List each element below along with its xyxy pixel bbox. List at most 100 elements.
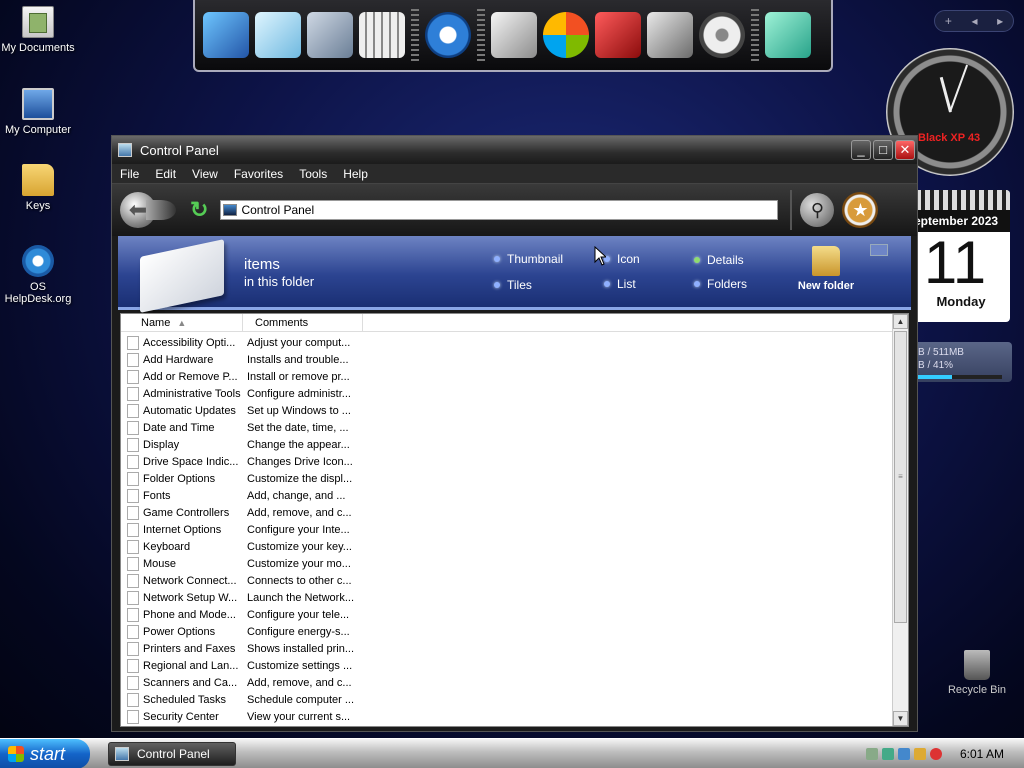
banner-toggle-icon[interactable] [870,244,888,256]
search-icon[interactable]: ⚲ [800,193,835,227]
tray-clock[interactable]: 6:01 AM [960,747,1004,761]
vertical-scrollbar[interactable]: ▲ ≡ ▼ [892,314,908,726]
column-header-name[interactable]: Name ▲ [121,314,243,331]
desktop-icon-my-computer[interactable]: My Computer [0,88,78,136]
favorites-star-icon[interactable]: ★ [842,192,879,228]
list-item[interactable]: Display Change the appear... [121,436,881,453]
item-comment: Adjust your comput... [247,336,351,349]
item-comment: Configure energy-s... [247,625,350,638]
desktop-icon-os-helpdesk[interactable]: OS HelpDesk.org [0,245,78,305]
address-bar[interactable]: Control Panel [220,200,779,220]
view-thumbnail[interactable]: Thumbnail [494,252,563,266]
menu-help[interactable]: Help [343,167,368,181]
item-icon [127,471,139,486]
desktop-icon-keys[interactable]: Keys [0,164,78,212]
add-gadget-icon[interactable]: + [945,14,952,28]
list-item[interactable]: Phone and Mode... Configure your tele... [121,606,881,623]
scroll-thumb[interactable]: ≡ [894,331,907,623]
control-panel-window: Control Panel _ □ ✕ File Edit View Favor… [111,135,918,732]
list-item[interactable]: Add Hardware Installs and trouble... [121,351,881,368]
taskbar-button-control-panel[interactable]: Control Panel [108,742,236,766]
bullet-icon [694,281,700,287]
view-list[interactable]: List [604,277,636,291]
photo-gallery-icon[interactable] [203,12,249,58]
item-icon [127,675,139,690]
column-header-comments[interactable]: Comments [243,314,363,331]
registry-cubes-icon[interactable] [595,12,641,58]
previous-icon[interactable]: ◂ [971,14,977,28]
list-item[interactable]: Scanners and Ca... Add, remove, and c... [121,674,881,691]
calendar-gadget: eptember 2023 11 Monday [912,190,1010,322]
item-icon [127,658,139,673]
menu-tools[interactable]: Tools [299,167,327,181]
list-item[interactable]: Folder Options Customize the displ... [121,470,881,487]
list-item[interactable]: Keyboard Customize your key... [121,538,881,555]
media-player-icon[interactable] [425,12,471,58]
item-comment: Set up Windows to ... [247,404,351,417]
memory-bar-fill [918,375,953,379]
item-name: Date and Time [143,421,215,434]
view-folders[interactable]: Folders [694,277,747,291]
window-titlebar[interactable]: Control Panel _ □ ✕ [112,136,917,164]
settings-icon[interactable] [647,12,693,58]
notepad-icon[interactable] [255,12,301,58]
list-item[interactable]: Date and Time Set the date, time, ... [121,419,881,436]
menu-edit[interactable]: Edit [155,167,176,181]
list-item[interactable]: Accessibility Opti... Adjust your comput.… [121,334,881,351]
desktop-icon-my-documents[interactable]: My Documents [0,6,78,54]
recycle-bin-icon[interactable] [765,12,811,58]
tray-windows-icon[interactable] [882,748,894,760]
forward-button[interactable] [146,200,176,220]
list-item[interactable]: Drive Space Indic... Changes Drive Icon..… [121,453,881,470]
list-item[interactable]: Printers and Faxes Shows installed prin..… [121,640,881,657]
list-item[interactable]: Power Options Configure energy-s... [121,623,881,640]
next-icon[interactable]: ▸ [997,14,1003,28]
paint-bucket-icon[interactable] [307,12,353,58]
list-item[interactable]: Internet Options Configure your Inte... [121,521,881,538]
minimize-button[interactable]: _ [851,140,871,160]
scroll-down-button[interactable]: ▼ [893,711,908,726]
list-item[interactable]: Mouse Customize your mo... [121,555,881,572]
tray-shield-icon[interactable] [930,748,942,760]
tray-network-icon[interactable] [866,748,878,760]
list-item[interactable]: Regional and Lan... Customize settings ..… [121,657,881,674]
close-button[interactable]: ✕ [895,140,915,160]
view-tiles[interactable]: Tiles [494,278,532,292]
new-folder-button[interactable]: New folder [796,246,856,292]
list-item[interactable]: Network Connect... Connects to other c... [121,572,881,589]
list-item[interactable]: Administrative Tools Configure administr.… [121,385,881,402]
view-icon[interactable]: Icon [604,252,640,266]
item-icon [127,488,139,503]
refresh-icon[interactable]: ↻ [190,197,208,223]
list-item[interactable]: Network Setup W... Launch the Network... [121,589,881,606]
list-item[interactable]: Fonts Add, change, and ... [121,487,881,504]
item-name: Phone and Mode... [143,608,236,621]
control-panel-icon [118,143,132,157]
view-details[interactable]: Details [694,253,744,267]
list-item[interactable]: Automatic Updates Set up Windows to ... [121,402,881,419]
gadget-control-bar[interactable]: + ◂ ▸ [934,10,1014,32]
list-item[interactable]: Game Controllers Add, remove, and c... [121,504,881,521]
memory-usage-text: B / 511MB [918,347,964,358]
start-button[interactable]: start [0,739,90,768]
item-icon [127,420,139,435]
item-icon [127,709,139,724]
list-item[interactable]: Add or Remove P... Install or remove pr..… [121,368,881,385]
list-item[interactable]: Scheduled Tasks Schedule computer ... [121,691,881,708]
menu-view[interactable]: View [192,167,218,181]
maximize-button[interactable]: □ [873,140,893,160]
menu-favorites[interactable]: Favorites [234,167,283,181]
desktop-icon-recycle-bin[interactable]: Recycle Bin [942,650,1012,696]
bullet-icon [494,256,500,262]
scroll-up-button[interactable]: ▲ [893,314,908,329]
list-item[interactable]: Security Center View your current s... [121,708,881,725]
power-icon[interactable] [699,12,745,58]
item-comment: Customize settings ... [247,659,353,672]
banner-title: items [244,256,280,273]
menu-file[interactable]: File [120,167,139,181]
windows-logo-icon[interactable] [543,12,589,58]
calculator-icon[interactable] [359,12,405,58]
tray-security-icon[interactable] [898,748,910,760]
tray-update-icon[interactable] [914,748,926,760]
scissors-tool-icon[interactable] [491,12,537,58]
